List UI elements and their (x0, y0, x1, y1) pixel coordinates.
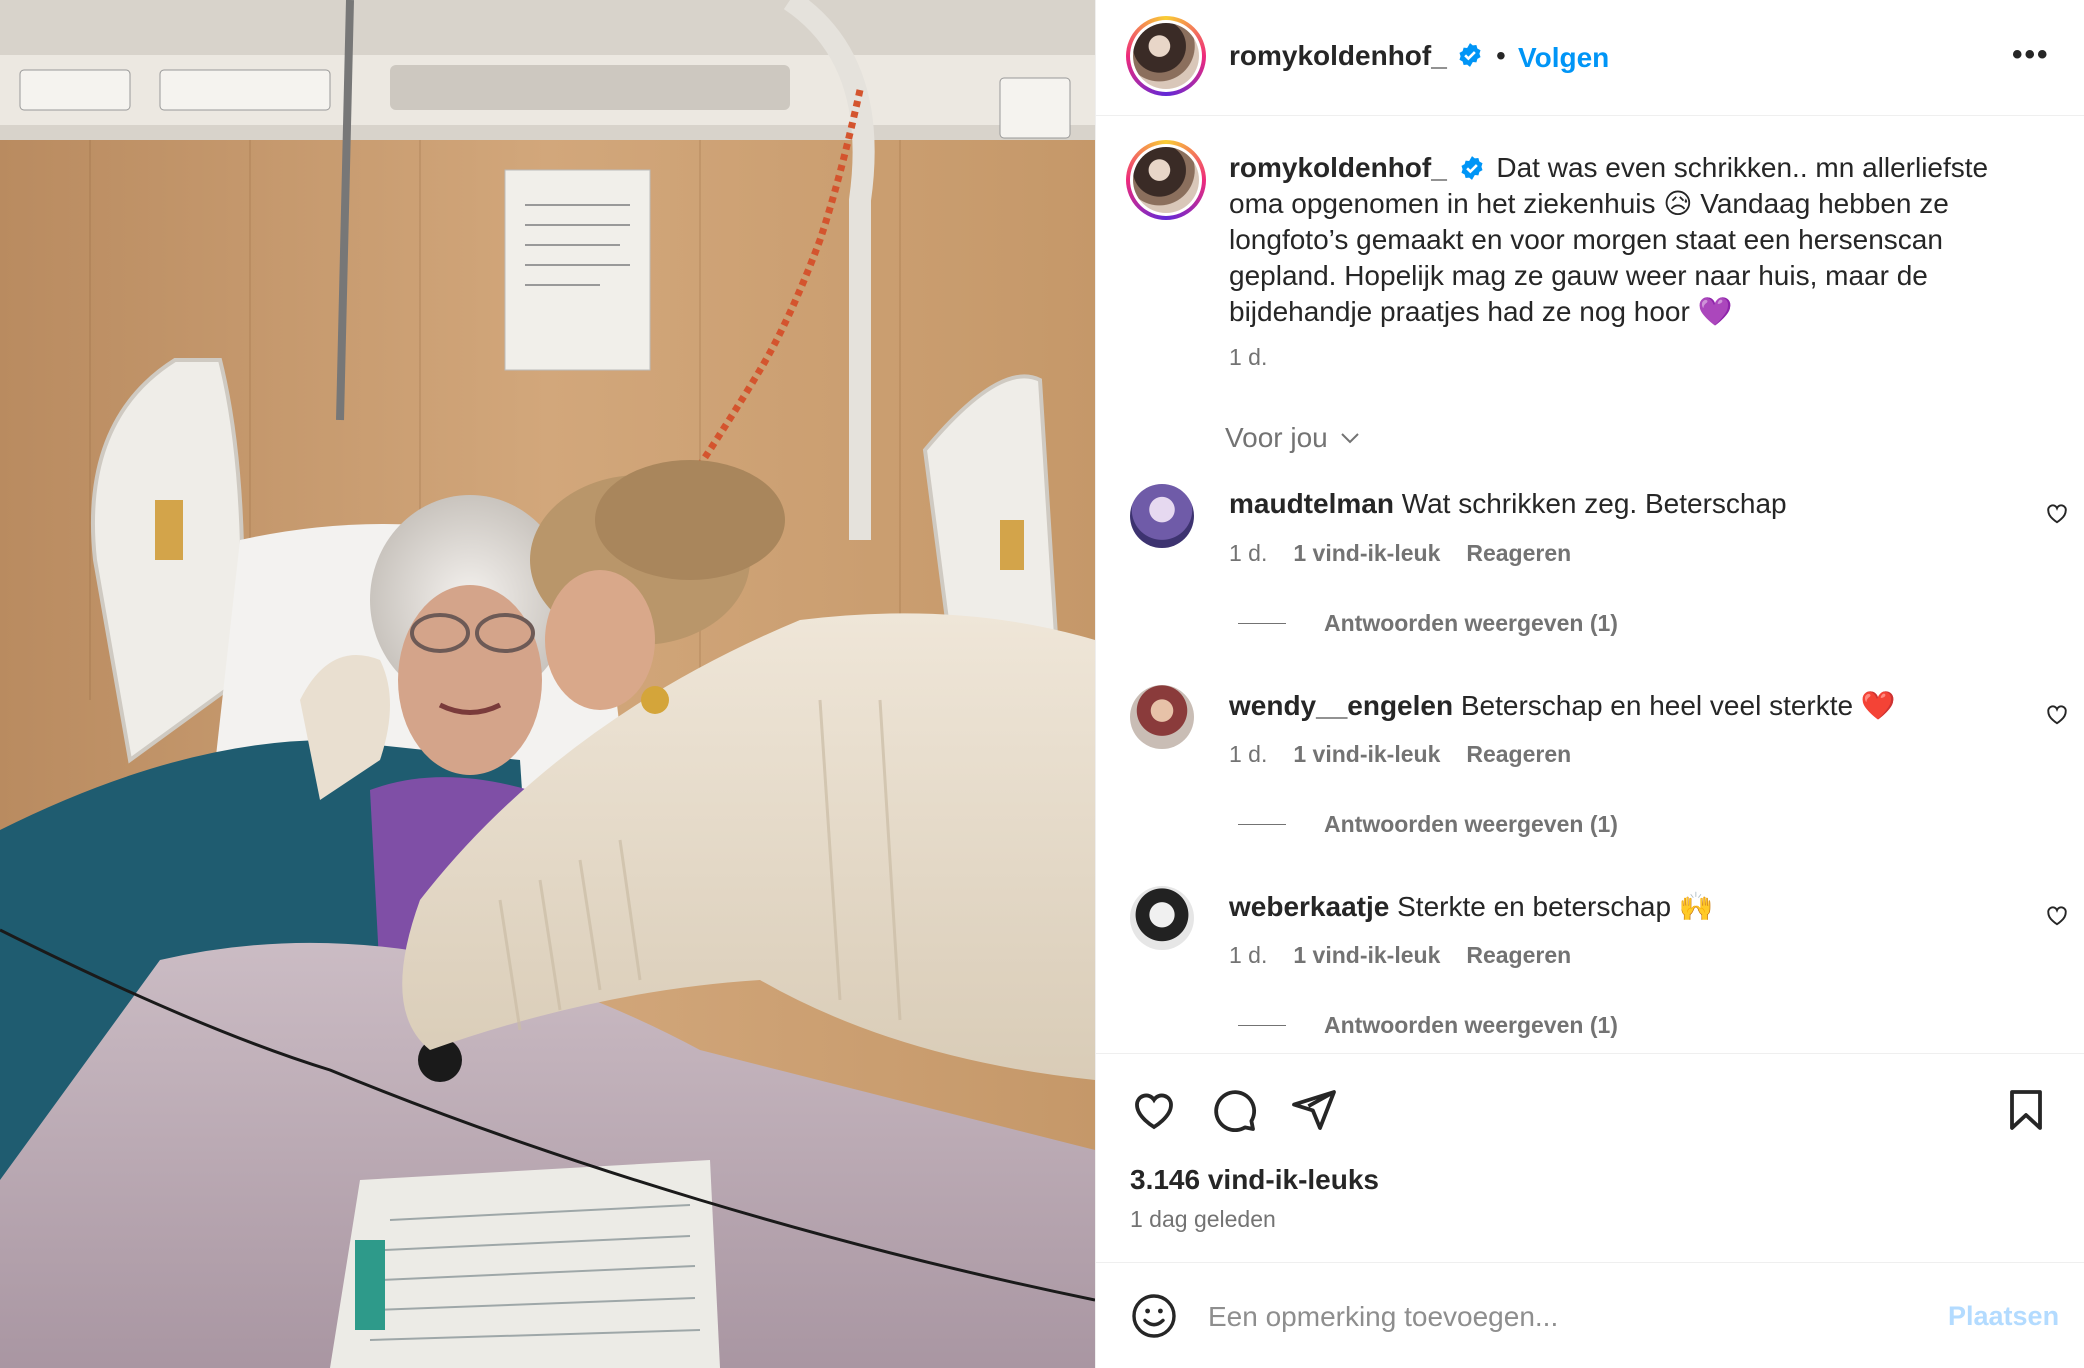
comment-like-count[interactable]: 1 vind-ik-leuk (1293, 540, 1440, 567)
comment-text: weberkaatje Sterkte en beterschap 🙌 (1229, 890, 1714, 923)
author-avatar[interactable] (1126, 16, 1206, 96)
author-username[interactable]: romykoldenhof_ (1229, 40, 1447, 72)
share-icon[interactable] (1290, 1086, 1338, 1134)
like-count[interactable]: 3.146 vind-ik-leuks (1130, 1164, 1379, 1196)
verified-badge-icon (1461, 156, 1483, 180)
view-replies-label: Antwoorden weergeven (1) (1324, 1012, 1618, 1038)
comment-meta: 1 d. 1 vind-ik-leuk Reageren (1229, 540, 1571, 567)
follow-button[interactable]: Volgen (1518, 42, 1609, 74)
comment-composer: Plaatsen (1096, 1262, 2084, 1368)
emoji-icon[interactable] (1130, 1292, 1178, 1340)
comment-like-heart-icon[interactable] (2044, 500, 2070, 526)
comment-sort-dropdown[interactable]: Voor jou (1225, 422, 1362, 454)
view-replies-button[interactable]: Antwoorden weergeven (1) (1238, 1012, 1618, 1039)
more-options-icon[interactable]: ••• (2012, 38, 2050, 72)
caption-author-avatar[interactable] (1126, 140, 1206, 220)
comment-time[interactable]: 1 d. (1229, 942, 1267, 969)
post-photo[interactable] (0, 0, 1095, 1368)
reply-button[interactable]: Reageren (1466, 942, 1571, 969)
commenter-avatar[interactable] (1130, 886, 1194, 950)
replies-divider (1238, 824, 1286, 825)
comment-like-count[interactable]: 1 vind-ik-leuk (1293, 741, 1440, 768)
comment-time[interactable]: 1 d. (1229, 540, 1267, 567)
comment-meta: 1 d. 1 vind-ik-leuk Reageren (1229, 942, 1571, 969)
commenter-username[interactable]: maudtelman (1229, 488, 1394, 519)
comment-time[interactable]: 1 d. (1229, 741, 1267, 768)
caption-timestamp[interactable]: 1 d. (1229, 344, 1267, 371)
chevron-down-icon (1341, 433, 1359, 444)
post-date[interactable]: 1 dag geleden (1130, 1206, 1276, 1233)
view-replies-button[interactable]: Antwoorden weergeven (1) (1238, 811, 1618, 838)
comment-like-heart-icon[interactable] (2044, 701, 2070, 727)
comment-icon[interactable] (1210, 1086, 1258, 1134)
photo-illustration (0, 0, 1095, 1368)
comment-input[interactable] (1208, 1295, 1908, 1339)
replies-divider (1238, 1025, 1286, 1026)
comment-like-heart-icon[interactable] (2044, 902, 2070, 928)
replies-divider (1238, 623, 1286, 624)
reply-button[interactable]: Reageren (1466, 540, 1571, 567)
reply-button[interactable]: Reageren (1466, 741, 1571, 768)
post-header: romykoldenhof_ • Volgen ••• (1096, 0, 2084, 116)
comment-text: maudtelman Wat schrikken zeg. Beterschap (1229, 488, 1787, 520)
comment-meta: 1 d. 1 vind-ik-leuk Reageren (1229, 741, 1571, 768)
separator-dot: • (1496, 40, 1506, 71)
commenter-username[interactable]: wendy__engelen (1229, 690, 1453, 721)
post-actions: 3.146 vind-ik-leuks 1 dag geleden (1096, 1053, 2084, 1263)
comment-body: Wat schrikken zeg. Beterschap (1401, 488, 1787, 519)
commenter-username[interactable]: weberkaatje (1229, 891, 1389, 922)
post-comment-button[interactable]: Plaatsen (1948, 1301, 2059, 1332)
comment-like-count[interactable]: 1 vind-ik-leuk (1293, 942, 1440, 969)
caption-username[interactable]: romykoldenhof_ (1229, 152, 1447, 183)
post-caption: romykoldenhof_ Dat was even schrikken.. … (1229, 150, 2049, 330)
verified-badge-icon (1459, 43, 1481, 67)
comment-body: Sterkte en beterschap 🙌 (1397, 891, 1714, 922)
view-replies-label: Antwoorden weergeven (1) (1324, 811, 1618, 837)
commenter-avatar[interactable] (1130, 484, 1194, 548)
view-replies-label: Antwoorden weergeven (1) (1324, 610, 1618, 636)
comment-text: wendy__engelen Beterschap en heel veel s… (1229, 689, 1896, 722)
comment-sort-label: Voor jou (1225, 422, 1328, 453)
view-replies-button[interactable]: Antwoorden weergeven (1) (1238, 610, 1618, 637)
bookmark-icon[interactable] (2002, 1086, 2050, 1134)
post-side-panel: romykoldenhof_ • Volgen ••• romykoldenho… (1095, 0, 2084, 1368)
comment-body: Beterschap en heel veel sterkte ❤️ (1460, 690, 1896, 721)
heart-icon[interactable] (1130, 1086, 1178, 1134)
commenter-avatar[interactable] (1130, 685, 1194, 749)
